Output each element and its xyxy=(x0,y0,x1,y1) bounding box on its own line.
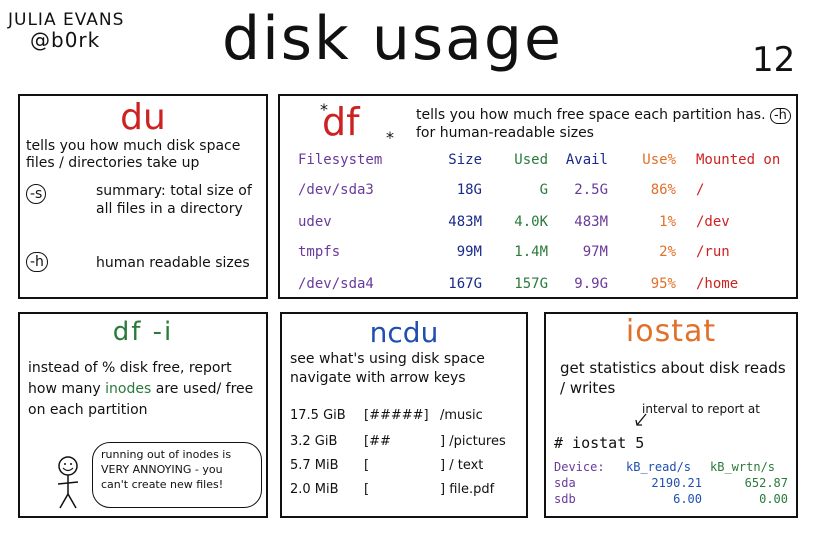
df-column-header: Avail xyxy=(565,152,608,168)
iostat-description: get statistics about disk reads / writes xyxy=(560,359,786,397)
ncdu-title: ncdu xyxy=(369,316,439,349)
df-cell: 97M xyxy=(582,244,608,260)
ncdu-cell: ] file.pdf xyxy=(440,482,495,497)
df-cell: G xyxy=(539,182,548,198)
iostat-cell: 6.00 xyxy=(673,492,702,506)
ncdu-cell: 17.5 GiB xyxy=(290,408,346,423)
iostat-header-row: Device: kB_read/s kB_wrtn/s xyxy=(554,460,790,476)
df-column-header: Use% xyxy=(642,152,676,168)
df-cell: 483M xyxy=(574,214,608,230)
ncdu-cell: [#####] xyxy=(364,408,429,423)
df-column-header: Size xyxy=(448,152,482,168)
arrow-down-left-icon xyxy=(635,413,647,426)
df-i-panel: df -i instead of % disk free, report how… xyxy=(18,312,268,518)
df-cell: 2% xyxy=(659,244,676,260)
df-title: df xyxy=(322,100,360,144)
df-cell: 86% xyxy=(650,182,676,198)
iostat-title: iostat xyxy=(625,314,717,349)
df-cell: 9.9G xyxy=(574,276,608,292)
df-desc-suffix: for human-readable sizes xyxy=(416,125,594,141)
speech-bubble: running out of inodes is VERY ANNOYING -… xyxy=(92,442,262,508)
page-title: disk usage xyxy=(222,4,563,74)
df-cell: 167G xyxy=(448,276,482,292)
du-s-flag: -s xyxy=(26,184,47,204)
du-h-description: human readable sizes xyxy=(96,255,250,271)
df-cell: 4.0K xyxy=(514,214,548,230)
author-credit: JULIA EVANS @b0rk xyxy=(8,10,124,50)
list-item: 5.7 MiB [ ] / text xyxy=(290,458,522,476)
ncdu-cell: [## xyxy=(364,434,391,449)
iostat-cell: 652.87 xyxy=(744,476,788,490)
table-row: /dev/sda4 167G 157G 9.9G 95% /home xyxy=(298,276,798,296)
ncdu-cell: ] / text xyxy=(440,458,484,473)
table-row: /dev/sda3 18G G 2.5G 86% / xyxy=(298,182,798,202)
df-cell: /dev xyxy=(696,214,730,230)
df-cell: /run xyxy=(696,244,730,260)
iostat-panel: iostat get statistics about disk reads /… xyxy=(544,312,798,518)
df-column-header: Mounted on xyxy=(696,152,781,168)
ncdu-output: 17.5 GiB [#####] /music 3.2 GiB [## ] /pictur… xyxy=(282,406,526,516)
df-cell: /dev/sda3 xyxy=(298,182,374,198)
df-cell: 157G xyxy=(514,276,548,292)
stick-figure-icon xyxy=(57,456,79,509)
df-cell: /home xyxy=(696,276,739,292)
df-cell: 1% xyxy=(659,214,676,230)
ncdu-cell: 5.7 MiB xyxy=(290,458,339,473)
df-column-header: Filesystem xyxy=(298,152,383,168)
df-panel: * df * tells you how much free space eac… xyxy=(278,94,798,299)
df-i-title: df -i xyxy=(112,317,174,347)
df-cell: 1.4M xyxy=(514,244,548,260)
ncdu-cell: ] /pictures xyxy=(440,434,506,449)
du-panel: du tells you how much disk space files /… xyxy=(18,94,268,299)
df-column-header: Used xyxy=(514,152,548,168)
df-cell: udev xyxy=(298,214,332,230)
iostat-column-header: kB_read/s xyxy=(626,460,692,474)
ncdu-description: see what's using disk space navigate wit… xyxy=(290,351,485,386)
author-name: JULIA EVANS xyxy=(8,10,125,30)
table-row: sdb 6.00 0.00 xyxy=(554,492,790,508)
ncdu-cell: /music xyxy=(440,408,483,423)
inodes-highlight: inodes xyxy=(105,381,152,397)
iostat-cell: 2190.21 xyxy=(651,476,702,490)
list-item: 2.0 MiB [ ] file.pdf xyxy=(290,482,522,500)
ncdu-cell: 2.0 MiB xyxy=(290,482,339,497)
df-star-right: * xyxy=(386,128,394,147)
iostat-command: # iostat 5 xyxy=(554,434,645,452)
df-i-description: instead of % disk free, report how many … xyxy=(28,358,264,421)
du-title: du xyxy=(120,97,166,138)
df-header-row: Filesystem Size Used Avail Use% Mounted on xyxy=(298,152,798,172)
ncdu-panel: ncdu see what's using disk space navigat… xyxy=(280,312,528,518)
df-cell: /dev/sda4 xyxy=(298,276,374,292)
list-item: 3.2 GiB [## ] /pictures xyxy=(290,434,522,452)
du-s-description: summary: total size of all files in a di… xyxy=(96,183,252,217)
du-h-flag: -h xyxy=(26,252,48,272)
df-cell: 18G xyxy=(456,182,482,198)
df-cell: / xyxy=(696,182,705,198)
df-cell: 483M xyxy=(448,214,482,230)
iostat-column-header: Device: xyxy=(554,460,605,474)
table-row: udev 483M 4.0K 483M 1% /dev xyxy=(298,214,798,234)
iostat-output: Device: kB_read/s kB_wrtn/ssda 2190.21 652.8… xyxy=(546,460,796,516)
iostat-column-header: kB_wrtn/s xyxy=(710,460,776,474)
list-item: 17.5 GiB [#####] /music xyxy=(290,408,522,426)
table-row: sda 2190.21 652.87 xyxy=(554,476,790,492)
du-description: tells you how much disk space files / di… xyxy=(26,138,241,171)
df-desc-prefix: tells you how much free space each parti… xyxy=(416,107,766,123)
df-cell: tmpfs xyxy=(298,244,341,260)
iostat-interval-note: interval to report at xyxy=(642,402,760,416)
df-cell: 95% xyxy=(650,276,676,292)
author-handle: @b0rk xyxy=(30,28,101,52)
df-h-flag: -h xyxy=(769,108,791,124)
df-cell: 99M xyxy=(456,244,482,260)
iostat-cell: 0.00 xyxy=(759,492,788,506)
iostat-cell: sdb xyxy=(554,492,576,506)
page-number: 12 xyxy=(752,40,796,80)
ncdu-cell: 3.2 GiB xyxy=(290,434,338,449)
table-row: tmpfs 99M 1.4M 97M 2% /run xyxy=(298,244,798,264)
df-cell: 2.5G xyxy=(574,182,608,198)
iostat-cell: sda xyxy=(554,476,576,490)
ncdu-cell: [ xyxy=(364,482,370,497)
df-description: tells you how much free space each parti… xyxy=(416,106,796,142)
ncdu-cell: [ xyxy=(364,458,370,473)
